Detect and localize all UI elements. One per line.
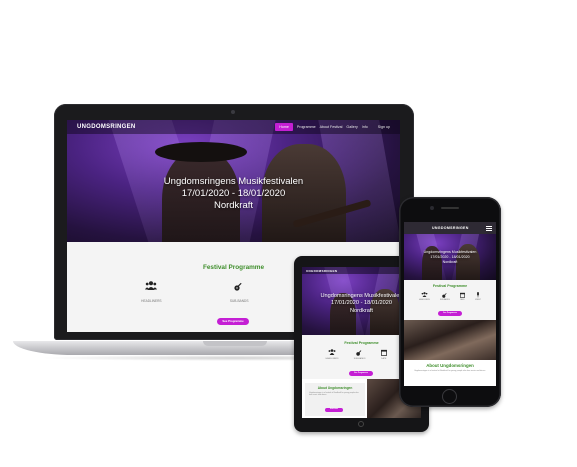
phone-hero: Ungdomsringens Musikfestivalen 17/01/202… [404, 234, 496, 280]
about-text: Ungdomsringen is a festival at Nordkraft… [414, 370, 486, 372]
performer-hat [155, 142, 247, 162]
programme-item-label: HEADLINERS [325, 358, 339, 360]
users-icon [421, 292, 428, 297]
programme-item-headliners[interactable]: HEADLINERS [141, 281, 162, 303]
programme-item-label: HEADLINERS [141, 299, 162, 303]
hero-dates: 17/01/2020 - 18/01/2020 [181, 188, 286, 199]
programme-item-label: SUB-BANDS [229, 299, 249, 303]
programme-item-sub-bands[interactable]: SUB-BANDS [440, 292, 450, 301]
nav-info[interactable]: Info [362, 125, 368, 129]
laptop-notch [203, 341, 267, 346]
guitar-icon [356, 350, 362, 356]
tablet-home-button [358, 421, 364, 427]
phone-speaker [441, 207, 459, 209]
guitar-icon [442, 293, 447, 298]
programme-item-sub-bands[interactable]: SUB-BANDS [353, 349, 366, 360]
hero-venue: Nordkraft [442, 259, 458, 264]
laptop-hero: UNGDOMSRINGEN Home Programme About Festi… [67, 120, 400, 242]
see-programme-button[interactable]: See Programme [217, 318, 249, 325]
menu-icon[interactable] [486, 225, 492, 231]
nav-sign-up[interactable]: Sign up [378, 125, 390, 129]
programme-item-sub-bands[interactable]: SUB-BANDS [229, 281, 249, 303]
phone-screen: UNGDOMSRINGEN Ungdomsringens Musikfestiv… [404, 222, 496, 386]
phone-camera [430, 206, 434, 210]
calendar-icon [459, 292, 465, 298]
programme-icons: HEADLINERS SUB-BANDS DATE LINEUP [414, 292, 486, 301]
phone-navbar: UNGDOMSRINGEN [404, 222, 496, 234]
programme-item-headliners[interactable]: HEADLINERS [419, 292, 430, 301]
about-text: Ungdomsringen is a festival at Nordkraft… [309, 392, 359, 397]
devices-mockup: UNGDOMSRINGEN Home Programme About Festi… [0, 0, 577, 467]
hero-text: Ungdomsringens Musikfestivalen 17/01/202… [404, 250, 496, 264]
programme-item-label: SUB-BANDS [439, 299, 450, 301]
microphone-icon [476, 292, 479, 298]
see-programme-button[interactable]: See Programme [349, 371, 373, 376]
programme-item-headliners[interactable]: HEADLINERS [325, 349, 339, 360]
laptop-navbar: UNGDOMSRINGEN Home Programme About Festi… [67, 120, 400, 134]
programme-item-label: DATE [460, 299, 465, 301]
about-card: About Ungdomsringen Ungdomsringen is a f… [305, 383, 365, 416]
users-icon [145, 281, 158, 290]
programme-item-label: DATE [381, 358, 387, 360]
crowd-photo [404, 320, 496, 360]
hero-text: Ungdomsringens Musikfestivalen 17/01/202… [67, 176, 400, 212]
hero-venue: Nordkraft [213, 200, 254, 211]
site-logo[interactable]: UNGDOMSRINGEN [432, 226, 469, 230]
laptop-camera [231, 110, 235, 114]
programme-item-lineup[interactable]: LINEUP [475, 292, 481, 301]
laptop-nav-menu: Home Programme About Festival Gallery In… [275, 123, 390, 131]
programme-item-date[interactable]: DATE [380, 349, 387, 360]
programme-item-date[interactable]: DATE [459, 292, 465, 301]
users-icon [328, 349, 336, 355]
programme-item-label: LINEUP [474, 299, 481, 301]
phone-about-section: About Ungdomsringen Ungdomsringen is a f… [404, 360, 496, 386]
nav-home[interactable]: Home [275, 123, 293, 131]
site-logo[interactable]: UNGDOMSRINGEN [306, 269, 337, 273]
nav-programme[interactable]: Programme [297, 125, 316, 129]
programme-item-label: HEADLINERS [419, 299, 430, 301]
nav-about-festival[interactable]: About Festival [320, 125, 343, 129]
calendar-icon [380, 349, 387, 356]
programme-title: Festival Programme [432, 284, 468, 288]
read-more-button[interactable]: Read more [325, 408, 343, 412]
phone-home-button [442, 389, 457, 404]
hero-title: Ungdomsringens Musikfestivalen [163, 176, 304, 187]
site-logo[interactable]: UNGDOMSRINGEN [77, 124, 136, 130]
see-programme-button[interactable]: See Programme [438, 311, 462, 316]
programme-item-label: SUB-BANDS [353, 358, 366, 360]
phone-programme-section: Festival Programme HEADLINERS SUB-BANDS … [404, 280, 496, 320]
nav-gallery[interactable]: Gallery [346, 125, 357, 129]
guitar-icon [234, 282, 242, 291]
